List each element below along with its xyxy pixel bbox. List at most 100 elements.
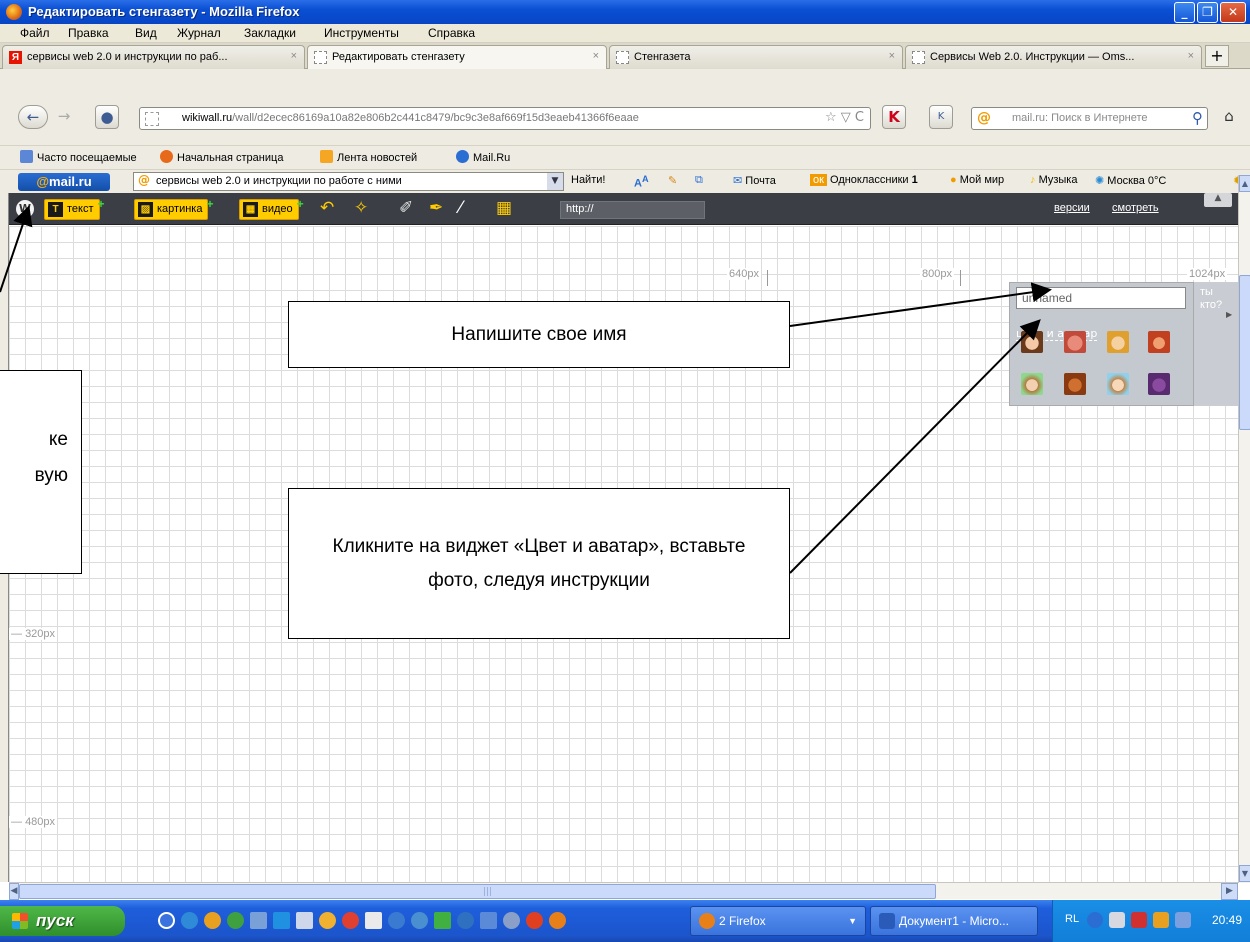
notepad-icon[interactable] (296, 912, 313, 929)
menu-file[interactable]: Файл (20, 26, 50, 40)
tab-newspaper[interactable]: Стенгазета × (609, 45, 903, 69)
scroll-right-icon[interactable]: ▶ (1221, 883, 1238, 900)
draw-pen-icon[interactable]: ↶ (320, 198, 334, 218)
mailru-logo[interactable]: @mail.ru (18, 173, 110, 191)
back-button[interactable]: ← (18, 105, 48, 129)
tray-icon[interactable] (1153, 912, 1169, 928)
quicklaunch-icon[interactable] (342, 912, 359, 929)
home-button[interactable]: ⌂ (1217, 105, 1241, 129)
tab-close-icon[interactable]: × (291, 50, 297, 62)
avatar-option[interactable] (1021, 331, 1043, 353)
quicklaunch-icon[interactable] (227, 912, 244, 929)
scroll-left-icon[interactable]: ◀ (9, 883, 19, 900)
minimize-button[interactable]: _ (1174, 2, 1195, 23)
line-tool-icon[interactable]: ⁄ (459, 198, 462, 218)
scroll-up-icon[interactable]: ▲ (1239, 175, 1250, 192)
opera-icon[interactable] (204, 912, 221, 929)
menu-bookmarks[interactable]: Закладки (244, 26, 296, 40)
search-bar[interactable]: @ mail.ru: Поиск в Интернете ⚲ (971, 107, 1208, 130)
avatar-option[interactable] (1064, 331, 1086, 353)
paint-brush-icon[interactable]: ✒ (429, 198, 443, 218)
avatar-option[interactable] (1148, 331, 1170, 353)
k-button-icon[interactable]: K (929, 105, 953, 129)
text-size-icon[interactable]: AA (634, 174, 649, 190)
quicklaunch-icon[interactable] (457, 912, 474, 929)
view-link[interactable]: смотреть (1112, 202, 1159, 214)
forward-button[interactable]: → (52, 105, 76, 129)
network-icon[interactable] (1109, 912, 1125, 928)
avatar-option[interactable] (1021, 373, 1043, 395)
quicklaunch-icon[interactable] (480, 912, 497, 929)
bookmark-most-visited[interactable]: Часто посещаемые (20, 150, 137, 164)
menu-view[interactable]: Вид (135, 26, 157, 40)
avatar-option[interactable] (1064, 373, 1086, 395)
address-bar[interactable]: wikiwall.ru/wall/d2ecec86169a10a82e806b2… (139, 107, 871, 130)
vertical-scrollbar[interactable]: ▲ ▼ (1238, 175, 1250, 883)
chevron-down-icon[interactable]: ▼ (547, 173, 563, 190)
quicklaunch-icon[interactable] (411, 912, 428, 929)
maximize-button[interactable]: ❐ (1197, 2, 1218, 23)
tab-web-services[interactable]: Я сервисы web 2.0 и инструкции по раб...… (2, 45, 305, 69)
new-tab-button[interactable]: + (1205, 45, 1229, 67)
quicklaunch-icon[interactable] (434, 912, 451, 929)
scroll-thumb[interactable] (1239, 275, 1250, 430)
site-identity-icon[interactable] (145, 112, 159, 126)
tab-close-icon[interactable]: × (889, 50, 895, 62)
collapse-toolbar-icon[interactable]: ▲ (1204, 193, 1232, 207)
chevron-right-icon[interactable]: ▶ (1226, 310, 1232, 319)
add-text-button[interactable]: T текст + (44, 197, 105, 220)
avatar-option[interactable] (1148, 373, 1170, 395)
scroll-down-icon[interactable]: ▼ (1239, 865, 1250, 882)
quicklaunch-icon[interactable] (388, 912, 405, 929)
skype-icon[interactable] (273, 912, 290, 929)
tab-close-icon[interactable]: × (593, 50, 599, 62)
bookmark-mailru[interactable]: Mail.Ru (456, 150, 510, 164)
horizontal-scrollbar[interactable]: ◀ ||| ▶ (9, 882, 1238, 900)
music-link[interactable]: ♪ Музыка (1030, 174, 1077, 186)
mailru-search-field[interactable]: @ сервисы web 2.0 и инструкции по работе… (133, 172, 564, 191)
menu-tools[interactable]: Инструменты (324, 26, 399, 40)
add-image-button[interactable]: ▨ картинка + (134, 197, 213, 220)
taskbar-firefox-group[interactable]: 2 Firefox ▼ (690, 906, 866, 936)
bookmark-start-page[interactable]: Начальная страница (160, 150, 283, 164)
firefox-icon[interactable] (549, 912, 566, 929)
kaspersky-icon[interactable] (1131, 912, 1147, 928)
moy-mir-link[interactable]: ● Мой мир (950, 174, 1004, 186)
find-button[interactable]: Найти! (571, 174, 605, 186)
user-name-input[interactable]: unnamed (1016, 287, 1186, 309)
quicklaunch-icon[interactable] (158, 912, 175, 929)
mailru-agent-icon[interactable]: ● (95, 105, 119, 129)
menu-history[interactable]: Журнал (177, 26, 221, 40)
eraser-icon[interactable]: ✐ (399, 198, 413, 218)
tab-close-icon[interactable]: × (1188, 50, 1194, 62)
link-url-input[interactable]: http:// (560, 201, 705, 219)
menu-help[interactable]: Справка (428, 26, 475, 40)
mailru-search-icon[interactable]: @ (977, 110, 991, 126)
menu-edit[interactable]: Правка (68, 26, 109, 40)
draw-brush-icon[interactable]: ✧ (354, 198, 368, 218)
tray-icon[interactable] (1175, 912, 1191, 928)
kaspersky-icon[interactable]: K (882, 105, 906, 129)
quicklaunch-icon[interactable] (503, 912, 520, 929)
tray-arrow-icon[interactable] (1087, 912, 1103, 928)
page-zoom-icon[interactable]: ⧉ (695, 174, 703, 187)
taskbar-word-document[interactable]: Документ1 - Micro... (870, 906, 1038, 936)
language-indicator[interactable]: RL (1065, 913, 1079, 925)
close-window-button[interactable]: ✕ (1220, 2, 1246, 23)
wikiwall-logo[interactable]: W (16, 200, 34, 218)
mail-link[interactable]: ✉ Почта (733, 174, 776, 187)
scroll-thumb[interactable]: ||| (19, 884, 936, 899)
tab-web-instructions[interactable]: Сервисы Web 2.0. Инструкции — Oms... × (905, 45, 1202, 69)
bookmark-news-feed[interactable]: Лента новостей (320, 150, 417, 164)
quicklaunch-icon[interactable] (319, 912, 336, 929)
quicklaunch-icon[interactable] (365, 912, 382, 929)
ie-icon[interactable] (181, 912, 198, 929)
start-button[interactable]: пуск (0, 906, 125, 936)
who-are-you-panel[interactable]: ты кто? ▶ (1194, 282, 1238, 406)
weather-link[interactable]: ✺ Москва 0°C (1095, 174, 1166, 187)
odnoklassniki-link[interactable]: ок Одноклассники 1 (810, 174, 918, 186)
tab-edit-newspaper[interactable]: Редактировать стенгазету × (307, 45, 607, 69)
bookmark-star-reload-icons[interactable]: ☆ ▽ C (825, 110, 864, 125)
quicklaunch-icon[interactable] (526, 912, 543, 929)
versions-link[interactable]: версии (1054, 202, 1090, 214)
